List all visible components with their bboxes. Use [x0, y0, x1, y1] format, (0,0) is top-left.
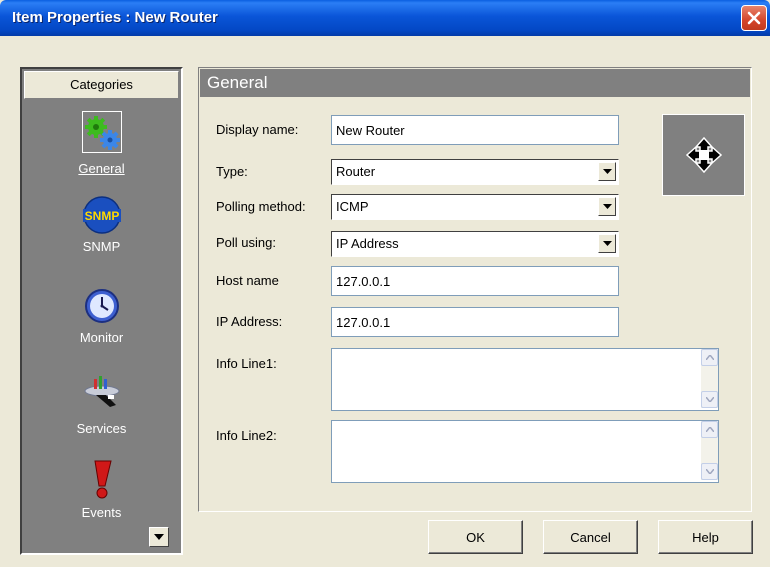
sidebar-item-label: General: [78, 161, 125, 176]
poll-using-dropdown-button[interactable]: [598, 234, 616, 253]
info-line1-label: Info Line1:: [216, 356, 277, 371]
type-value: Router: [336, 164, 376, 179]
gears-icon: [85, 116, 120, 150]
triangle-down-icon: [602, 169, 612, 174]
help-button[interactable]: Help: [658, 520, 753, 554]
host-name-label: Host name: [216, 273, 279, 288]
categories-header: Categories: [24, 71, 179, 99]
ip-address-label: IP Address:: [216, 314, 283, 329]
sidebar-item-label: Monitor: [79, 330, 124, 345]
sidebar-item-label: Events: [81, 505, 122, 520]
triangle-down-icon: [602, 204, 612, 209]
exclamation-icon: [94, 460, 112, 499]
categories-sidebar: Categories General SNMP SNMP Monitor Ser…: [20, 67, 183, 555]
display-name-label: Display name:: [216, 122, 299, 137]
cancel-button[interactable]: Cancel: [543, 520, 638, 554]
host-name-input[interactable]: 127.0.0.1: [331, 266, 619, 296]
services-tray-icon: [84, 376, 120, 407]
title-bar: Item Properties : New Router: [0, 0, 770, 36]
type-select[interactable]: Router: [331, 159, 619, 185]
ok-button[interactable]: OK: [428, 520, 523, 554]
close-icon: [747, 11, 761, 25]
svg-text:SNMP: SNMP: [85, 209, 120, 223]
triangle-down-icon: [602, 241, 612, 246]
info-line2-textarea[interactable]: [331, 420, 719, 483]
poll-using-select[interactable]: IP Address: [331, 231, 619, 257]
display-name-input[interactable]: New Router: [331, 115, 619, 145]
polling-method-value: ICMP: [336, 199, 369, 214]
polling-method-select[interactable]: ICMP: [331, 194, 619, 220]
ip-address-input[interactable]: 127.0.0.1: [331, 307, 619, 337]
triangle-down-icon: [154, 534, 164, 540]
type-label: Type:: [216, 164, 248, 179]
sidebar-item-general[interactable]: General: [22, 113, 181, 183]
close-button[interactable]: [741, 5, 767, 31]
sidebar-item-events[interactable]: Events: [22, 459, 181, 529]
polling-method-label: Polling method:: [216, 199, 306, 214]
window-title: Item Properties : New Router: [12, 9, 218, 26]
panel-title: General: [200, 69, 750, 97]
polling-method-dropdown-button[interactable]: [598, 197, 616, 216]
type-dropdown-button[interactable]: [598, 162, 616, 181]
sidebar-item-label: Services: [76, 421, 127, 436]
sidebar-item-snmp[interactable]: SNMP SNMP: [22, 195, 181, 265]
sidebar-item-monitor[interactable]: Monitor: [22, 286, 181, 356]
sidebar-scroll-down-button[interactable]: [149, 527, 169, 547]
poll-using-label: Poll using:: [216, 235, 276, 250]
poll-using-value: IP Address: [336, 236, 399, 251]
info-line1-textarea[interactable]: [331, 348, 719, 411]
sidebar-item-services[interactable]: Services: [22, 371, 181, 441]
sidebar-item-label: SNMP: [82, 239, 121, 254]
move-arrows-icon: [685, 137, 722, 173]
info-line2-label: Info Line2:: [216, 428, 277, 443]
clock-icon: [85, 289, 119, 323]
general-panel: General Display name: New Router Type: R…: [198, 67, 752, 512]
device-icon-preview[interactable]: [662, 114, 745, 196]
snmp-icon: SNMP: [83, 196, 121, 234]
